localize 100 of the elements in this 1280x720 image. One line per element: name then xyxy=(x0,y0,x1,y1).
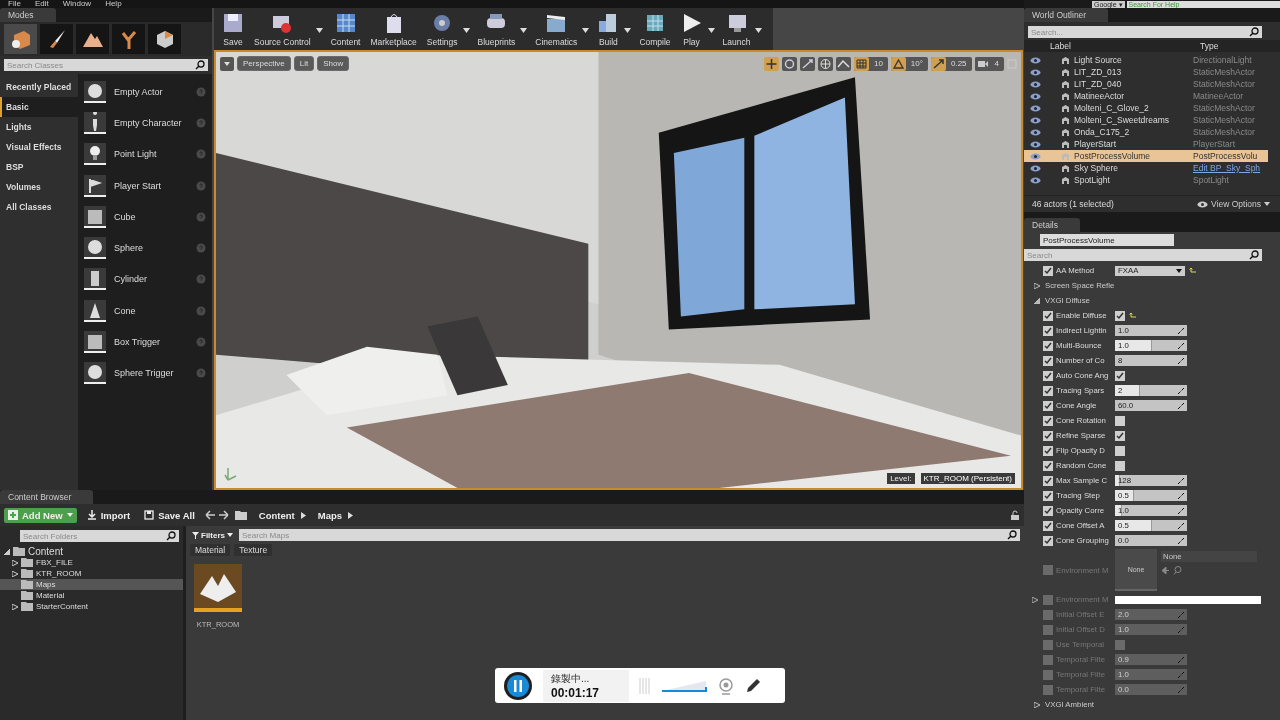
mode-button[interactable] xyxy=(4,24,37,54)
checkbox[interactable] xyxy=(1115,415,1125,426)
eye-icon[interactable] xyxy=(1030,56,1041,64)
expander-icon[interactable] xyxy=(12,603,18,610)
outliner-row[interactable]: LIT_ZD_013 StaticMeshActor xyxy=(1024,66,1268,78)
expander-icon[interactable] xyxy=(1034,297,1040,304)
eye-icon[interactable] xyxy=(1030,176,1041,184)
mode-button[interactable] xyxy=(148,24,181,54)
caret-icon[interactable] xyxy=(462,27,470,33)
checkbox[interactable] xyxy=(1043,400,1053,411)
toolbar-button[interactable]: Blueprints xyxy=(473,9,530,49)
checkbox[interactable] xyxy=(1043,355,1053,366)
class-name[interactable]: Sphere xyxy=(114,243,188,254)
drag-arrows-icon[interactable] xyxy=(1178,402,1184,409)
breadcrumb-item[interactable]: Content xyxy=(258,509,295,521)
drag-arrows-icon[interactable] xyxy=(1178,477,1184,484)
outliner-row[interactable]: PlayerStart PlayerStart xyxy=(1024,138,1268,150)
column-header[interactable]: Label xyxy=(1024,41,1200,51)
folder-item[interactable]: FBX_FILE xyxy=(0,557,183,568)
outliner-row[interactable]: Sky Sphere Edit BP_Sky_Sph xyxy=(1024,162,1268,174)
category-item[interactable]: Lights xyxy=(0,117,78,137)
toolbar-button[interactable]: Launch xyxy=(718,9,765,49)
checkbox[interactable] xyxy=(1115,639,1125,650)
viewport-option-button[interactable]: Show xyxy=(317,56,350,71)
drag-arrows-icon[interactable] xyxy=(1178,387,1184,394)
class-name[interactable]: Box Trigger xyxy=(114,337,188,347)
mode-button[interactable] xyxy=(76,24,109,54)
toolbar-button[interactable]: Marketplace xyxy=(366,9,421,49)
checkbox[interactable] xyxy=(1043,460,1053,471)
map-asset-thumbnail[interactable] xyxy=(194,564,242,612)
caret-icon[interactable] xyxy=(315,27,323,33)
outliner-row[interactable]: SpotLight SpotLight xyxy=(1024,174,1268,186)
eye-icon[interactable] xyxy=(1030,128,1041,136)
outliner-row[interactable]: LIT_ZD_040 StaticMeshActor xyxy=(1024,78,1268,90)
mode-button[interactable] xyxy=(112,24,145,54)
category-item[interactable]: BSP xyxy=(0,157,78,177)
caret-icon[interactable] xyxy=(520,27,528,33)
toolbar-button[interactable]: Compile xyxy=(635,9,675,49)
drag-arrows-icon[interactable] xyxy=(1178,342,1184,349)
category-item[interactable]: Basic xyxy=(0,97,78,117)
toolbar-button[interactable]: Cinematics xyxy=(531,9,592,49)
toolbar-button[interactable]: Content xyxy=(326,9,365,49)
checkbox[interactable] xyxy=(1043,639,1053,650)
class-name[interactable]: Point Light xyxy=(114,149,188,160)
eye-icon[interactable] xyxy=(1030,104,1041,112)
checkbox[interactable] xyxy=(1043,445,1053,456)
toolbar-button[interactable]: Source Control xyxy=(250,9,325,49)
filter-chip[interactable]: Texture xyxy=(234,544,273,556)
checkbox[interactable] xyxy=(1043,490,1053,501)
chevron-icon[interactable] xyxy=(348,511,353,519)
folder-item[interactable]: Maps xyxy=(0,579,183,590)
viewport-option-button[interactable]: Perspective xyxy=(237,56,291,71)
drag-arrows-icon[interactable] xyxy=(1178,507,1184,514)
expander-icon[interactable] xyxy=(1032,596,1038,603)
outliner-row[interactable]: Light Source DirectionalLight xyxy=(1024,54,1268,66)
toolbar-button[interactable]: Save All xyxy=(140,507,199,523)
content-browser-tab[interactable]: Content Browser xyxy=(0,490,94,504)
toolbar-button[interactable]: Settings xyxy=(422,9,472,49)
outliner-row[interactable]: PostProcessVolume PostProcessVolu xyxy=(1024,150,1268,162)
class-name[interactable]: Cylinder xyxy=(114,274,188,285)
checkbox[interactable] xyxy=(1043,415,1053,426)
class-name[interactable]: Cube xyxy=(114,211,188,222)
menu-item[interactable]: Window xyxy=(62,0,92,8)
category-item[interactable]: All Classes xyxy=(0,197,78,217)
caret-icon[interactable] xyxy=(624,27,632,33)
drag-arrows-icon[interactable] xyxy=(1178,522,1184,529)
world-outliner-tab[interactable]: World Outliner xyxy=(1024,8,1109,22)
outliner-row[interactable]: Molteni_C_Sweetdreams StaticMeshActor xyxy=(1024,114,1268,126)
outliner-row[interactable]: Onda_C175_2 StaticMeshActor xyxy=(1024,126,1268,138)
details-tab[interactable]: Details xyxy=(1024,218,1080,232)
checkbox[interactable] xyxy=(1043,385,1053,396)
outliner-row[interactable]: Molteni_C_Glove_2 StaticMeshActor xyxy=(1024,102,1268,114)
checkbox[interactable] xyxy=(1043,370,1053,381)
checkbox[interactable] xyxy=(1043,325,1053,336)
toolbar-button[interactable]: Build xyxy=(593,9,634,49)
folder-item[interactable]: KTR_ROOM xyxy=(0,568,183,579)
category-item[interactable]: Volumes xyxy=(0,177,78,197)
color-swatch[interactable] xyxy=(1115,595,1261,604)
caret-icon[interactable] xyxy=(582,27,590,33)
modes-tab[interactable]: Modes xyxy=(0,8,56,22)
use-and-browse-icon[interactable] xyxy=(1161,566,1183,575)
folder-item[interactable]: Content xyxy=(0,546,183,557)
checkbox[interactable] xyxy=(1043,684,1053,695)
toolbar-button[interactable]: Import xyxy=(82,507,135,523)
class-name[interactable]: Empty Character xyxy=(114,117,188,128)
checkbox[interactable] xyxy=(1043,475,1053,486)
webcam-icon[interactable] xyxy=(717,676,735,695)
pause-button[interactable] xyxy=(503,670,533,701)
expander-icon[interactable] xyxy=(1034,701,1040,708)
checkbox[interactable] xyxy=(1115,430,1125,441)
menu-item[interactable]: Help xyxy=(105,0,122,8)
checkbox[interactable] xyxy=(1043,505,1053,516)
filters-button[interactable]: Filters xyxy=(190,530,235,540)
folder-item[interactable]: StarterContent xyxy=(0,601,183,612)
checkbox[interactable] xyxy=(1115,370,1125,381)
column-header[interactable]: Type xyxy=(1200,41,1219,51)
reset-arrow-icon[interactable] xyxy=(1129,311,1137,320)
menu-item[interactable]: File xyxy=(8,0,21,8)
category-item[interactable]: Visual Effects xyxy=(0,137,78,157)
class-name[interactable]: Empty Actor xyxy=(114,86,188,97)
